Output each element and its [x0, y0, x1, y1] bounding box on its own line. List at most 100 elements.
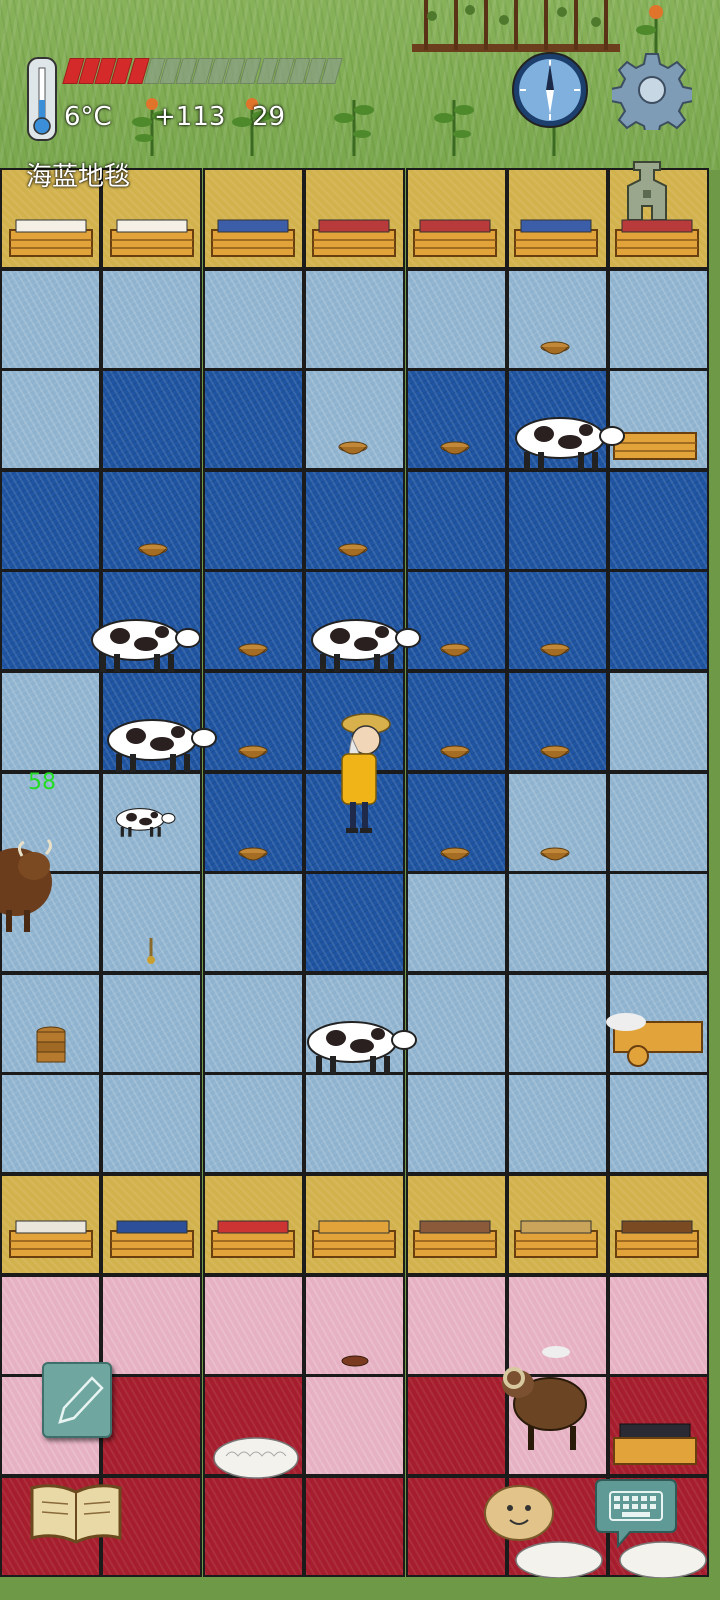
floor-tile-dark[interactable]: [608, 570, 709, 671]
floor-tile-dark[interactable]: [0, 470, 101, 571]
floor-tile-light[interactable]: [0, 369, 101, 470]
floor-tile-light[interactable]: [406, 269, 507, 370]
floor-tile-red[interactable]: [304, 1476, 405, 1577]
floor-tile-light[interactable]: [203, 872, 304, 973]
floor-tile-pink[interactable]: [304, 1375, 405, 1476]
floor-tile-dark[interactable]: [203, 470, 304, 571]
woven-basket[interactable]: [540, 340, 570, 358]
floor-tile-light[interactable]: [304, 1073, 405, 1174]
woven-basket[interactable]: [238, 744, 268, 762]
floor-tile-light[interactable]: [507, 872, 608, 973]
floor-tile-red[interactable]: [406, 1375, 507, 1476]
floor-tile-dark[interactable]: [406, 470, 507, 571]
storage-box[interactable]: [614, 1214, 700, 1260]
mushroom[interactable]: [340, 1354, 370, 1368]
player-character[interactable]: [330, 710, 392, 840]
floor-tile-light[interactable]: [608, 671, 709, 772]
woven-basket[interactable]: [540, 744, 570, 762]
recipe-book-icon[interactable]: [28, 1480, 124, 1544]
floor-tile-light[interactable]: [406, 872, 507, 973]
floor-tile-dark[interactable]: [203, 369, 304, 470]
floor-tile-light[interactable]: [608, 872, 709, 973]
yum-bonus-label: +113: [154, 102, 226, 132]
compass-icon[interactable]: [510, 50, 590, 130]
cow-sprite[interactable]: [300, 1014, 418, 1076]
floor-tile-pink[interactable]: [608, 1275, 709, 1376]
floor-tile-red[interactable]: [101, 1375, 202, 1476]
woven-basket[interactable]: [440, 642, 470, 660]
floor-tile-light[interactable]: [0, 671, 101, 772]
current-tile-label: 海蓝地毯: [26, 162, 131, 192]
storage-box[interactable]: [513, 1214, 599, 1260]
woven-basket[interactable]: [440, 846, 470, 864]
calf-sprite[interactable]: [112, 802, 176, 840]
woven-basket[interactable]: [338, 440, 368, 458]
floor-tile-light[interactable]: [608, 269, 709, 370]
bison-sprite[interactable]: [0, 836, 62, 940]
floor-tile-light[interactable]: [608, 1073, 709, 1174]
yum-chain-label: 29: [252, 102, 286, 132]
floor-tile-pink[interactable]: [203, 1275, 304, 1376]
woven-basket[interactable]: [440, 744, 470, 762]
temperature-label: 6°C: [64, 102, 112, 132]
storage-box[interactable]: [109, 1214, 195, 1260]
storage-box[interactable]: [210, 214, 296, 258]
floor-tile-light[interactable]: [304, 269, 405, 370]
woven-basket[interactable]: [540, 846, 570, 864]
fleece-pile[interactable]: [212, 1436, 300, 1480]
storage-box[interactable]: [513, 214, 599, 258]
floor-tile-dark[interactable]: [304, 872, 405, 973]
pencil-button[interactable]: [42, 1362, 112, 1438]
basket-stack[interactable]: [34, 1024, 68, 1068]
floor-tile-light[interactable]: [203, 973, 304, 1074]
storage-box[interactable]: [8, 1214, 94, 1260]
cart[interactable]: [604, 1012, 704, 1068]
woven-basket[interactable]: [138, 542, 168, 560]
storage-box[interactable]: [210, 1214, 296, 1260]
floor-tile-light[interactable]: [101, 973, 202, 1074]
floor-tile-dark[interactable]: [101, 369, 202, 470]
floor-tile-light[interactable]: [101, 1073, 202, 1174]
cow-sprite[interactable]: [508, 410, 626, 472]
storage-box[interactable]: [8, 214, 94, 258]
storage-box[interactable]: [311, 1214, 397, 1260]
woven-basket[interactable]: [440, 440, 470, 458]
floor-tile-light[interactable]: [203, 1073, 304, 1174]
storage-box[interactable]: [412, 214, 498, 258]
floor-tile-light[interactable]: [101, 269, 202, 370]
woven-basket[interactable]: [540, 642, 570, 660]
floor-tile-dark[interactable]: [507, 470, 608, 571]
floor-tile-light[interactable]: [507, 1073, 608, 1174]
floor-tile-light[interactable]: [406, 973, 507, 1074]
cow-sprite[interactable]: [84, 612, 202, 674]
cow-sprite[interactable]: [304, 612, 422, 674]
floor-tile-light[interactable]: [406, 1073, 507, 1174]
floor-tile-red[interactable]: [203, 1476, 304, 1577]
floor-tile-light[interactable]: [608, 772, 709, 873]
storage-box[interactable]: [412, 1214, 498, 1260]
woven-basket[interactable]: [238, 846, 268, 864]
storage-box[interactable]: [612, 1418, 698, 1468]
fleece-pile[interactable]: [618, 1538, 708, 1578]
emote-face-icon[interactable]: [482, 1482, 556, 1542]
floor-tile-pink[interactable]: [406, 1275, 507, 1376]
floor-tile-light[interactable]: [0, 1073, 101, 1174]
ram-sprite[interactable]: [494, 1344, 598, 1454]
thermometer-icon: [27, 57, 57, 141]
gear-icon[interactable]: [612, 50, 692, 130]
fleece-pile[interactable]: [514, 1538, 604, 1578]
floor-tile-pink[interactable]: [101, 1275, 202, 1376]
floor-tile-light[interactable]: [203, 269, 304, 370]
woven-basket[interactable]: [238, 642, 268, 660]
woven-basket[interactable]: [338, 542, 368, 560]
floor-tile-light[interactable]: [0, 269, 101, 370]
bone-needle[interactable]: [144, 936, 158, 968]
floor-tile-dark[interactable]: [608, 470, 709, 571]
storage-box[interactable]: [614, 214, 700, 258]
cow-sprite[interactable]: [100, 712, 218, 774]
storage-box[interactable]: [109, 214, 195, 258]
floor-tile-pink[interactable]: [0, 1275, 101, 1376]
storage-box[interactable]: [311, 214, 397, 258]
player-age: 58: [28, 770, 56, 795]
floor-tile-light[interactable]: [507, 973, 608, 1074]
